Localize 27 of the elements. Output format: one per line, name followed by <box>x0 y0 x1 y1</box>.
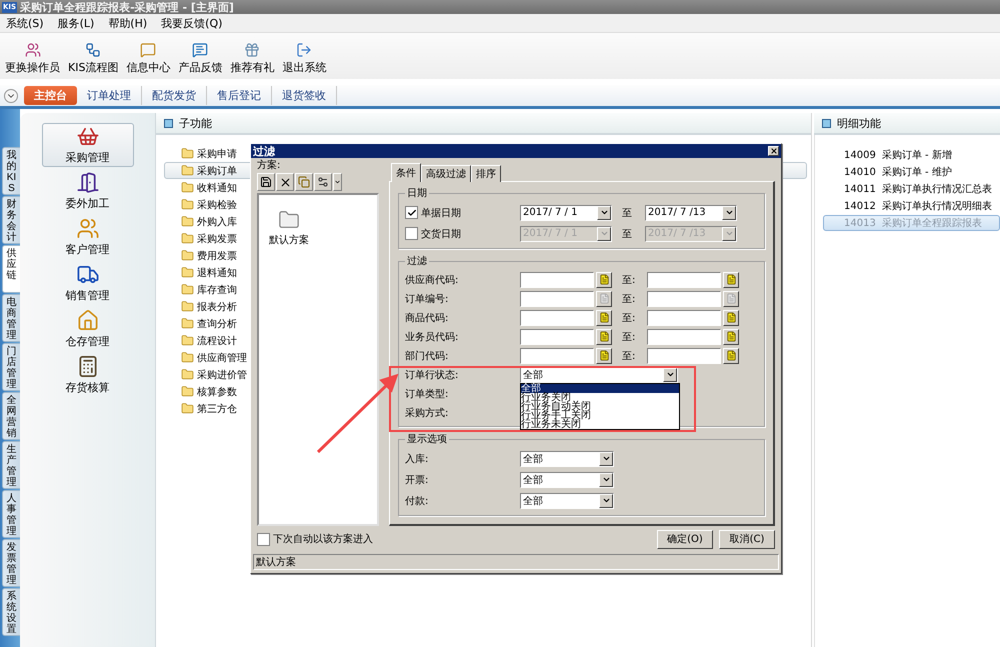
field-label: 至: <box>621 274 636 286</box>
field-label: 订单行状态: <box>405 368 460 382</box>
field-label: 至: <box>621 330 636 344</box>
panel-title: 子功能 <box>179 116 212 130</box>
dialog-title: 过滤 <box>253 144 275 158</box>
field-label: 部门代码: <box>405 350 450 362</box>
status-bar: 默认方案 <box>253 554 779 570</box>
field-label: 订单编号: <box>405 292 450 306</box>
field-label: 商品代码: <box>405 312 450 324</box>
field-label: 至: <box>621 292 636 306</box>
field-label: 付款: <box>405 494 430 508</box>
field-label: 开票: <box>405 474 430 486</box>
group-title: 显示选项 <box>406 432 448 446</box>
scheme-label: 方案: <box>257 158 282 172</box>
field-label: 至 <box>621 228 633 240</box>
group-title: 日期 <box>406 186 428 200</box>
field-label: 订单类型: <box>405 388 450 400</box>
group-title: 过滤 <box>406 254 428 268</box>
field-label: 至 <box>621 206 633 220</box>
field-label: 入库: <box>405 452 430 466</box>
field-label: 供应商代码: <box>405 274 460 286</box>
field-label: 业务员代码: <box>405 330 460 344</box>
field-label: 至: <box>621 312 636 324</box>
panel-title: 明细功能 <box>837 116 881 130</box>
window-title: 采购订单全程跟踪报表-采购管理 - [主界面] <box>20 0 234 14</box>
field-label: 采购方式: <box>405 406 450 420</box>
field-label: 至: <box>621 350 636 362</box>
